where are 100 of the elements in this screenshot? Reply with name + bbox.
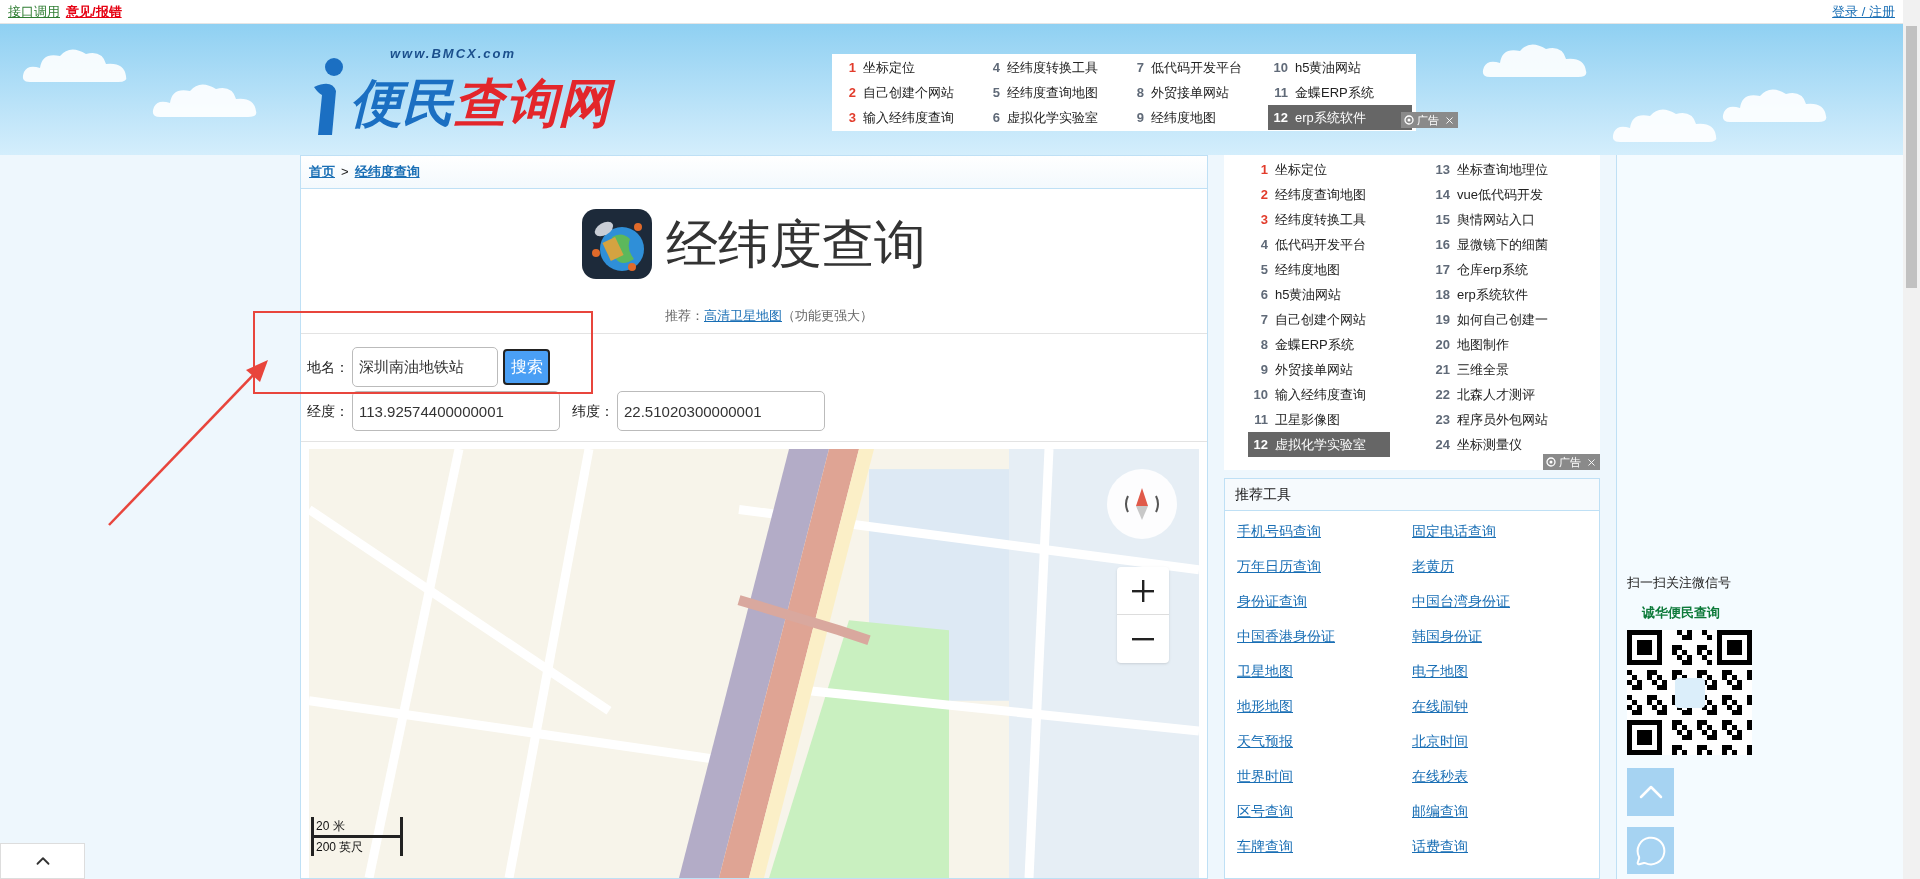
tool-link[interactable]: 在线秒表 <box>1412 766 1468 789</box>
ad-link-label: erp系统软件 <box>1457 285 1528 304</box>
rank-number: 3 <box>847 108 856 127</box>
ad-link-label: 坐标查询地理位 <box>1457 160 1548 179</box>
tool-link[interactable]: 北京时间 <box>1412 731 1468 754</box>
rank-number: 3 <box>1259 210 1268 229</box>
ad-link-label: 显微镜下的细菌 <box>1457 235 1548 254</box>
scale-imperial: 200 英尺 <box>315 839 365 856</box>
rank-number: 19 <box>1434 310 1450 329</box>
ad-link[interactable]: 12 erp系统软件 <box>1268 105 1412 130</box>
rank-number: 23 <box>1434 410 1450 429</box>
top-link[interactable]: 接口调用 <box>8 1 60 22</box>
rank-number: 4 <box>1259 235 1268 254</box>
tool-link[interactable]: 手机号码查询 <box>1237 521 1321 544</box>
rank-number: 24 <box>1434 435 1450 454</box>
tool-link[interactable]: 中国台湾身份证 <box>1412 591 1510 614</box>
target-icon <box>1546 457 1556 467</box>
tool-link[interactable]: 中国香港身份证 <box>1237 626 1335 649</box>
rank-number: 5 <box>1259 260 1268 279</box>
scrollbar[interactable] <box>1903 0 1920 879</box>
back-to-top-button[interactable] <box>1627 768 1674 816</box>
rank-number: 6 <box>991 108 1000 127</box>
tool-link[interactable]: 世界时间 <box>1237 766 1293 789</box>
rank-number: 18 <box>1434 285 1450 304</box>
rank-number: 16 <box>1434 235 1450 254</box>
logo-name: 便民查询网 <box>350 71 622 135</box>
ad-label: 广告 <box>1559 454 1581 470</box>
breadcrumb-link[interactable]: 经纬度查询 <box>354 162 420 182</box>
longitude-input[interactable]: 113.92574400000001 <box>352 391 560 431</box>
rank-number: 22 <box>1434 385 1450 404</box>
ad-link-label: 如何自己创建一 <box>1457 310 1548 329</box>
rank-number: 6 <box>1259 285 1268 304</box>
rank-number: 4 <box>991 58 1000 77</box>
rank-number: 2 <box>847 83 856 102</box>
tool-link[interactable]: 韩国身份证 <box>1412 626 1482 649</box>
rank-number: 15 <box>1434 210 1450 229</box>
ad-label: 广告 <box>1417 112 1439 128</box>
ad-link-label: 经纬度查询地图 <box>1007 83 1098 102</box>
rank-number: 11 <box>1273 83 1288 102</box>
tool-link[interactable]: 地形地图 <box>1237 696 1293 719</box>
rank-number: 21 <box>1434 360 1450 379</box>
rank-number: 13 <box>1434 160 1450 179</box>
rank-number: 12 <box>1272 108 1288 127</box>
rank-number: 9 <box>1135 108 1144 127</box>
feedback-button[interactable] <box>1627 827 1674 874</box>
rank-number: 7 <box>1259 310 1268 329</box>
tool-link[interactable]: 老黄历 <box>1412 556 1454 579</box>
map-view[interactable]: 20 米 200 英尺 <box>309 449 1199 878</box>
login-link[interactable]: 登录 / 注册 <box>1832 1 1895 22</box>
ad-link-label: 经纬度转换工具 <box>1275 210 1366 229</box>
rank-number: 12 <box>1252 435 1268 454</box>
tool-link[interactable]: 身份证查询 <box>1237 591 1307 614</box>
rank-number: 5 <box>991 83 1000 102</box>
rank-number: 9 <box>1259 360 1268 379</box>
speech-bubble-icon <box>1634 834 1667 867</box>
breadcrumb-link[interactable]: 首页 <box>309 162 335 182</box>
ad-link-label: h5黄油网站 <box>1295 58 1362 77</box>
account-name: 诚华便民查询 <box>1642 603 1720 622</box>
tool-link[interactable]: 万年日历查询 <box>1237 556 1321 579</box>
ad-link-label: 地图制作 <box>1457 335 1509 354</box>
target-icon <box>1404 115 1414 125</box>
breadcrumb-separator: > <box>341 163 349 182</box>
satellite-map-link[interactable]: 高清卫星地图 <box>704 306 782 326</box>
recommend-note: （功能更强大） <box>782 307 873 326</box>
ad-link[interactable]: 12 虚拟化学实验室 <box>1248 432 1390 457</box>
ad-link-label: 仓库erp系统 <box>1457 260 1528 279</box>
tool-link[interactable]: 邮编查询 <box>1412 801 1468 824</box>
scrollbar-thumb[interactable] <box>1906 26 1917 288</box>
place-input[interactable]: 深圳南油地铁站 <box>352 347 498 387</box>
tool-link[interactable]: 卫星地图 <box>1237 661 1293 684</box>
tool-link[interactable]: 电子地图 <box>1412 661 1468 684</box>
ad-link-label: 程序员外包网站 <box>1457 410 1548 429</box>
rank-number: 17 <box>1434 260 1450 279</box>
tools-title: 推荐工具 <box>1225 479 1599 511</box>
top-link[interactable]: 意见/报错 <box>66 1 122 22</box>
latitude-input[interactable]: 22.51020300000001 <box>617 391 825 431</box>
ad-link-label: 自己创建个网站 <box>1275 310 1366 329</box>
field-label: 纬度： <box>572 401 615 421</box>
site-logo[interactable]: www.BMCX.com 便民查询网 <box>310 40 680 135</box>
recommend-label: 推荐： <box>665 307 704 326</box>
ad-link-label: 经纬度查询地图 <box>1275 185 1366 204</box>
rank-number: 1 <box>847 58 856 77</box>
tool-link[interactable]: 话费查询 <box>1412 836 1468 859</box>
ad-link-label: 经纬度地图 <box>1151 108 1216 127</box>
tool-link[interactable]: 固定电话查询 <box>1412 521 1496 544</box>
tool-link[interactable]: 区号查询 <box>1237 801 1293 824</box>
collapse-button[interactable] <box>0 843 85 879</box>
field-label: 经度： <box>307 401 350 421</box>
tool-link[interactable]: 天气预报 <box>1237 731 1293 754</box>
tool-link[interactable]: 在线闹钟 <box>1412 696 1468 719</box>
ad-link-label: 输入经纬度查询 <box>863 108 954 127</box>
close-icon[interactable] <box>1586 456 1597 468</box>
tool-link[interactable]: 车牌查询 <box>1237 836 1293 859</box>
rank-number: 20 <box>1434 335 1450 354</box>
rank-number: 14 <box>1434 185 1450 204</box>
minus-icon <box>1132 637 1154 641</box>
page-title: 经纬度查询 <box>666 214 926 275</box>
ad-link-label: 低代码开发平台 <box>1151 58 1242 77</box>
close-icon[interactable] <box>1444 114 1455 126</box>
ad-link-label: 自己创建个网站 <box>863 83 954 102</box>
